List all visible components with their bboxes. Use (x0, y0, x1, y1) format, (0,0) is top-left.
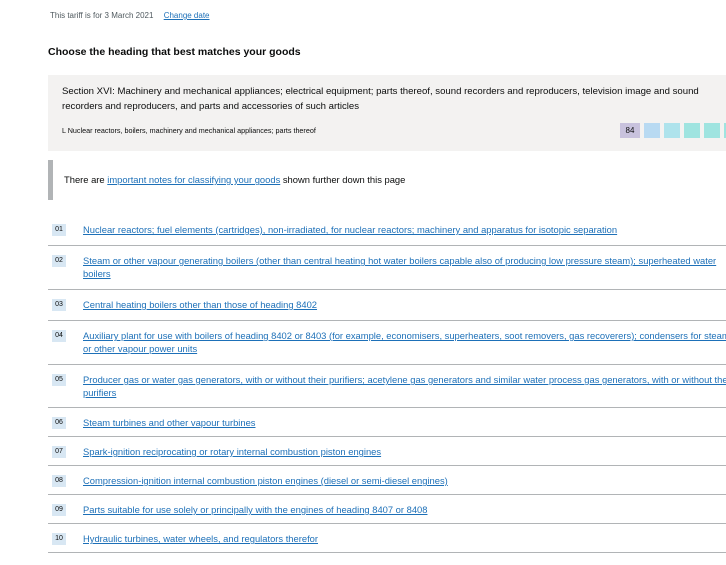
heading-row: 04 Auxiliary plant for use with boilers … (48, 321, 726, 365)
heading-row: 07 Spark-ignition reciprocating or rotar… (48, 437, 726, 466)
heading-link[interactable]: Producer gas or water gas generators, wi… (83, 373, 726, 399)
heading-link[interactable]: Steam turbines and other vapour turbines (83, 416, 726, 429)
notes-inset: There are important notes for classifyin… (48, 160, 688, 200)
heading-row: 10 Hydraulic turbines, water wheels, and… (48, 524, 726, 553)
notes-suffix: shown further down this page (280, 174, 406, 185)
heading-link[interactable]: Compression-ignition internal combustion… (83, 474, 726, 487)
code-segment-4 (704, 123, 720, 138)
heading-row: 08 Compression-ignition internal combust… (48, 466, 726, 495)
heading-number: 04 (52, 330, 66, 342)
tariff-date-line: This tariff is for 3 March 2021 Change d… (50, 11, 210, 20)
heading-link[interactable]: Parts suitable for use solely or princip… (83, 503, 726, 516)
notes-prefix: There are (64, 174, 108, 185)
chapter-code-badge: 84 (620, 123, 640, 138)
heading-number: 02 (52, 255, 66, 267)
heading-link[interactable]: Nuclear reactors; fuel elements (cartrid… (83, 223, 726, 236)
heading-link[interactable]: Central heating boilers other than those… (83, 298, 726, 311)
notes-text: There are important notes for classifyin… (64, 174, 405, 185)
heading-link[interactable]: Steam or other vapour generating boilers… (83, 254, 726, 280)
heading-row: 01 Nuclear reactors; fuel elements (cart… (48, 215, 726, 246)
page-heading: Choose the heading that best matches you… (48, 46, 301, 58)
heading-list: 01 Nuclear reactors; fuel elements (cart… (48, 215, 726, 553)
chapter-title: L Nuclear reactors, boilers, machinery a… (62, 126, 316, 135)
inset-border (48, 160, 53, 200)
heading-number: 07 (52, 446, 66, 458)
heading-link[interactable]: Spark-ignition reciprocating or rotary i… (83, 445, 726, 458)
tariff-date-text: This tariff is for 3 March 2021 (50, 11, 154, 20)
heading-number: 01 (52, 224, 66, 236)
change-date-link[interactable]: Change date (164, 11, 210, 20)
heading-link[interactable]: Auxiliary plant for use with boilers of … (83, 329, 726, 355)
code-segment-1 (644, 123, 660, 138)
section-title: Section XVI: Machinery and mechanical ap… (62, 86, 699, 112)
page: This tariff is for 3 March 2021 Change d… (0, 0, 726, 565)
heading-number: 10 (52, 533, 66, 545)
heading-number: 09 (52, 504, 66, 516)
heading-number: 06 (52, 417, 66, 429)
heading-row: 02 Steam or other vapour generating boil… (48, 246, 726, 290)
heading-number: 05 (52, 374, 66, 386)
heading-row: 06 Steam turbines and other vapour turbi… (48, 408, 726, 437)
heading-row: 05 Producer gas or water gas generators,… (48, 365, 726, 408)
heading-row: 09 Parts suitable for use solely or prin… (48, 495, 726, 524)
heading-row: 03 Central heating boilers other than th… (48, 290, 726, 321)
important-notes-link[interactable]: important notes for classifying your goo… (107, 174, 280, 185)
code-segment-2 (664, 123, 680, 138)
section-panel: Section XVI: Machinery and mechanical ap… (48, 75, 726, 151)
code-segment-3 (684, 123, 700, 138)
heading-link[interactable]: Hydraulic turbines, water wheels, and re… (83, 532, 726, 545)
heading-number: 03 (52, 299, 66, 311)
heading-number: 08 (52, 475, 66, 487)
